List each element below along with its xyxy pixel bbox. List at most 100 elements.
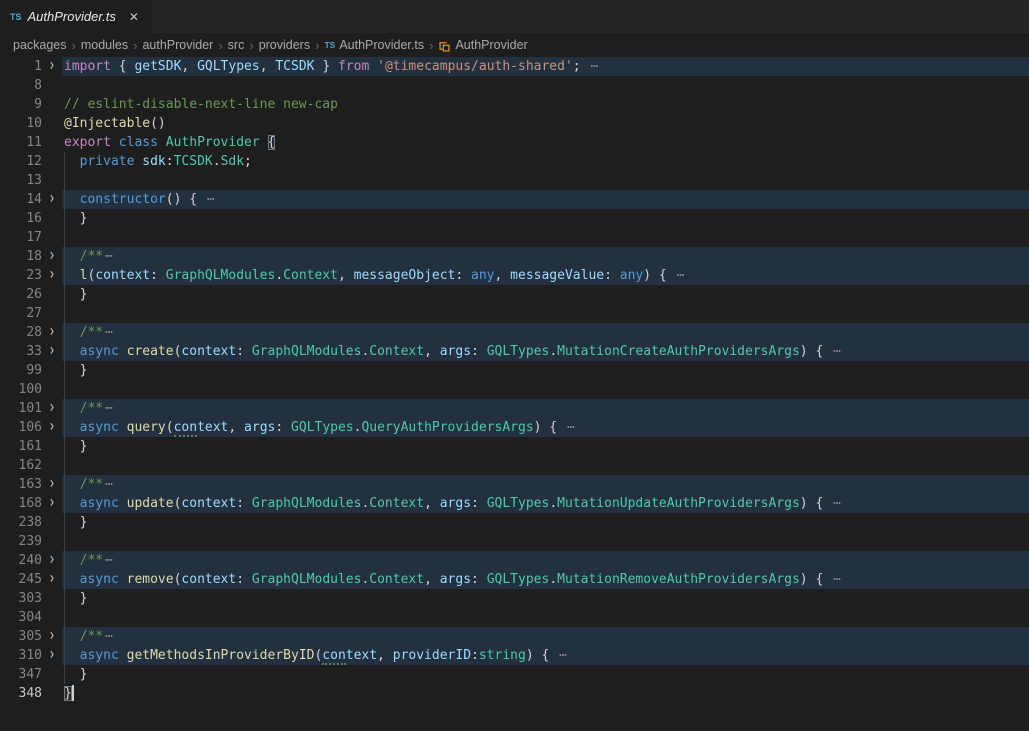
code-line[interactable]: 28❯ /**⋯ [0,323,1029,342]
code-content[interactable]: async getMethodsInProviderByID(context, … [62,646,1029,665]
breadcrumb-item-src[interactable]: src [228,38,245,52]
code-line[interactable]: 162 [0,456,1029,475]
code-line[interactable]: 168❯ async update(context: GraphQLModule… [0,494,1029,513]
fold-chevron-icon[interactable]: ❯ [42,551,62,570]
fold-chevron-icon[interactable]: ❯ [42,475,62,494]
fold-ellipsis[interactable]: ⋯ [559,648,568,663]
breadcrumb-item-modules[interactable]: modules [81,38,128,52]
code-content[interactable]: } [62,665,1029,684]
code-line[interactable]: 27 [0,304,1029,323]
code-line[interactable]: 99 } [0,361,1029,380]
code-content[interactable]: constructor() { ⋯ [62,190,1029,209]
code-line[interactable]: 9// eslint-disable-next-line new-cap [0,95,1029,114]
code-line[interactable]: 347 } [0,665,1029,684]
fold-ellipsis[interactable]: ⋯ [105,325,114,340]
fold-ellipsis[interactable]: ⋯ [833,344,842,359]
code-line[interactable]: 163❯ /**⋯ [0,475,1029,494]
fold-chevron-icon[interactable]: ❯ [42,494,62,513]
code-content[interactable]: /**⋯ [62,247,1029,266]
code-content[interactable]: async create(context: GraphQLModules.Con… [62,342,1029,361]
fold-chevron-icon[interactable]: ❯ [42,399,62,418]
code-line[interactable]: 17 [0,228,1029,247]
code-content[interactable] [62,380,1029,399]
fold-ellipsis[interactable]: ⋯ [833,496,842,511]
code-content[interactable]: import { getSDK, GQLTypes, TCSDK } from … [62,57,1029,76]
code-content[interactable]: async update(context: GraphQLModules.Con… [62,494,1029,513]
code-line[interactable]: 16 } [0,209,1029,228]
code-line[interactable]: 1❯import { getSDK, GQLTypes, TCSDK } fro… [0,57,1029,76]
code-content[interactable]: } [62,285,1029,304]
code-content[interactable] [62,171,1029,190]
fold-chevron-icon[interactable]: ❯ [42,266,62,285]
fold-ellipsis[interactable]: ⋯ [105,401,114,416]
code-content[interactable]: /**⋯ [62,551,1029,570]
code-content[interactable]: export class AuthProvider { [62,133,1029,152]
code-line[interactable]: 13 [0,171,1029,190]
code-content[interactable]: /**⋯ [62,323,1029,342]
fold-chevron-icon[interactable]: ❯ [42,247,62,266]
code-content[interactable]: @Injectable() [62,114,1029,133]
fold-chevron-icon[interactable]: ❯ [42,570,62,589]
code-content[interactable] [62,228,1029,247]
fold-ellipsis[interactable]: ⋯ [105,249,114,264]
fold-ellipsis[interactable]: ⋯ [105,629,114,644]
code-line[interactable]: 303 } [0,589,1029,608]
code-content[interactable]: } [62,437,1029,456]
code-content[interactable]: // eslint-disable-next-line new-cap [62,95,1029,114]
fold-ellipsis[interactable]: ⋯ [105,477,114,492]
code-line[interactable]: 23❯ l(context: GraphQLModules.Context, m… [0,266,1029,285]
code-line[interactable]: 100 [0,380,1029,399]
code-content[interactable]: } [62,513,1029,532]
code-line[interactable]: 239 [0,532,1029,551]
fold-ellipsis[interactable]: ⋯ [105,553,114,568]
code-line[interactable]: 305❯ /**⋯ [0,627,1029,646]
code-content[interactable]: async query(context, args: GQLTypes.Quer… [62,418,1029,437]
breadcrumb-item-authprovider[interactable]: authProvider [142,38,213,52]
code-content[interactable] [62,76,1029,95]
code-line[interactable]: 161 } [0,437,1029,456]
code-line[interactable]: 238 } [0,513,1029,532]
code-line[interactable]: 348} [0,684,1029,703]
fold-chevron-icon[interactable]: ❯ [42,323,62,342]
fold-chevron-icon[interactable]: ❯ [42,57,62,76]
code-line[interactable]: 26 } [0,285,1029,304]
code-content[interactable] [62,532,1029,551]
fold-ellipsis[interactable]: ⋯ [590,59,599,74]
code-content[interactable] [62,608,1029,627]
code-line[interactable]: 304 [0,608,1029,627]
editor[interactable]: 1❯import { getSDK, GQLTypes, TCSDK } fro… [0,57,1029,731]
code-content[interactable]: async remove(context: GraphQLModules.Con… [62,570,1029,589]
code-line[interactable]: 8 [0,76,1029,95]
tab-close-icon[interactable]: ✕ [126,9,142,25]
code-content[interactable]: } [62,209,1029,228]
code-line[interactable]: 14❯ constructor() { ⋯ [0,190,1029,209]
code-line[interactable]: 240❯ /**⋯ [0,551,1029,570]
code-content[interactable]: } [62,361,1029,380]
code-line[interactable]: 245❯ async remove(context: GraphQLModule… [0,570,1029,589]
breadcrumb-item-authprovider-ts[interactable]: TSAuthProvider.ts [324,38,424,52]
breadcrumb-item-providers[interactable]: providers [259,38,310,52]
code-content[interactable]: /**⋯ [62,399,1029,418]
fold-ellipsis[interactable]: ⋯ [833,572,842,587]
fold-chevron-icon[interactable]: ❯ [42,646,62,665]
code-line[interactable]: 12 private sdk:TCSDK.Sdk; [0,152,1029,171]
code-line[interactable]: 310❯ async getMethodsInProviderByID(cont… [0,646,1029,665]
breadcrumb-item-packages[interactable]: packages [13,38,67,52]
fold-chevron-icon[interactable]: ❯ [42,342,62,361]
code-line[interactable]: 18❯ /**⋯ [0,247,1029,266]
code-line[interactable]: 106❯ async query(context, args: GQLTypes… [0,418,1029,437]
code-content[interactable]: private sdk:TCSDK.Sdk; [62,152,1029,171]
fold-ellipsis[interactable]: ⋯ [677,268,686,283]
fold-chevron-icon[interactable]: ❯ [42,627,62,646]
code-content[interactable]: /**⋯ [62,475,1029,494]
code-content[interactable]: } [62,589,1029,608]
code-line[interactable]: 33❯ async create(context: GraphQLModules… [0,342,1029,361]
fold-chevron-icon[interactable]: ❯ [42,418,62,437]
code-content[interactable]: /**⋯ [62,627,1029,646]
fold-ellipsis[interactable]: ⋯ [567,420,576,435]
code-content[interactable]: } [62,684,1029,703]
code-line[interactable]: 11export class AuthProvider { [0,133,1029,152]
code-content[interactable] [62,456,1029,475]
code-line[interactable]: 101❯ /**⋯ [0,399,1029,418]
fold-chevron-icon[interactable]: ❯ [42,190,62,209]
